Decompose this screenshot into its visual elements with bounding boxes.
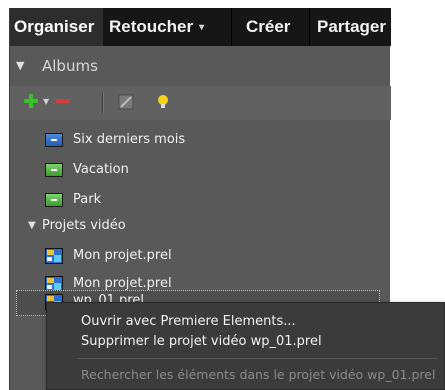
album-label: Park [73, 192, 102, 207]
tab-label: Partager [317, 17, 386, 36]
album-icon [45, 163, 63, 177]
albums-toolbar: ▼ [10, 86, 391, 120]
menu-item-delete-project[interactable]: Supprimer le projet vidéo wp_01.prel [81, 331, 322, 353]
minus-icon[interactable] [56, 99, 70, 103]
album-label: Six derniers mois [73, 132, 186, 147]
tab-label: Retoucher [109, 17, 194, 36]
tab-creer[interactable]: Créer [231, 8, 309, 46]
albums-header-label: Albums [42, 57, 98, 75]
context-menu: Ouvrir avec Premiere Elements... Supprim… [46, 302, 445, 390]
album-label: Vacation [73, 162, 129, 177]
menu-item-open-premiere[interactable]: Ouvrir avec Premiere Elements... [81, 311, 296, 333]
tab-partager[interactable]: Partager [309, 8, 391, 46]
album-icon [45, 193, 63, 207]
video-project-icon [45, 248, 63, 264]
chevron-down-icon: ▾ [199, 22, 205, 33]
collapse-triangle-icon[interactable]: ▼ [28, 213, 36, 239]
tab-organiser[interactable]: Organiser [10, 8, 103, 46]
collapse-triangle-icon[interactable]: ▼ [16, 54, 24, 78]
albums-section-header[interactable]: ▼ Albums [10, 54, 391, 78]
workspace-tabs: Organiser Retoucher ▾ Créer Partager [10, 8, 391, 46]
album-icon [45, 133, 63, 147]
menu-divider [77, 358, 438, 359]
tab-label: Organiser [14, 17, 95, 36]
edit-icon[interactable] [118, 94, 134, 110]
chevron-down-icon[interactable]: ▼ [43, 97, 49, 106]
lightbulb-icon[interactable] [155, 93, 171, 111]
tab-label: Créer [246, 17, 291, 36]
plus-icon[interactable] [24, 94, 38, 108]
folder-label: Projets vidéo [42, 218, 126, 233]
project-label: Mon projet.prel [73, 248, 172, 263]
tab-retoucher[interactable]: Retoucher ▾ [103, 8, 231, 46]
toolbar-divider [102, 93, 104, 113]
menu-item-find-elements: Rechercher les éléments dans le projet v… [81, 367, 436, 382]
